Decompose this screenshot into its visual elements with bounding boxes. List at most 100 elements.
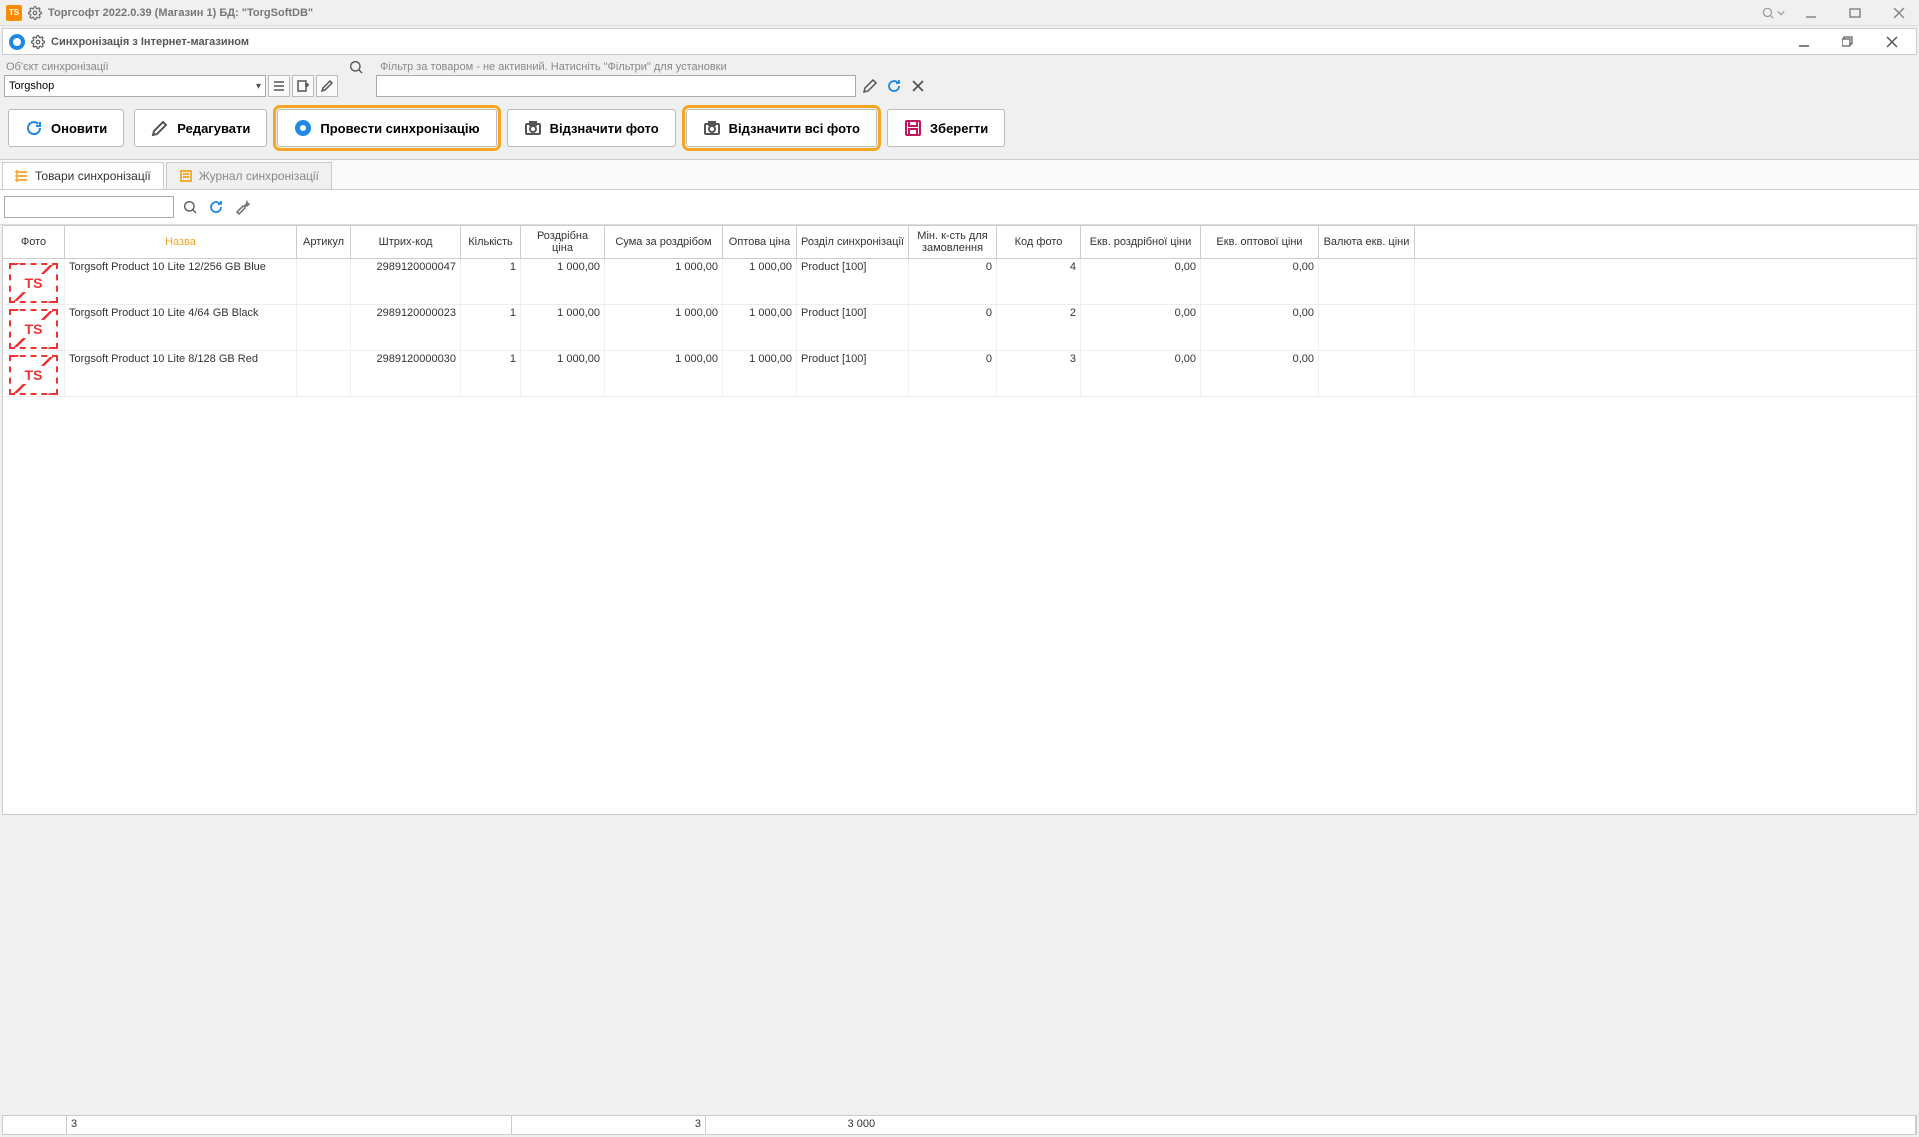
sync-button[interactable]: Провести синхронізацію bbox=[277, 109, 496, 147]
col-section[interactable]: Розділ синхронізації bbox=[797, 226, 909, 258]
journal-icon bbox=[179, 169, 193, 183]
col-qty[interactable]: Кількість bbox=[461, 226, 521, 258]
outer-minimize-button[interactable] bbox=[1797, 2, 1825, 24]
mark-all-photo-button[interactable]: Відзначити всі фото bbox=[686, 109, 877, 147]
gear-icon[interactable] bbox=[28, 6, 42, 20]
search-icon[interactable] bbox=[180, 197, 200, 217]
refresh-button[interactable]: Оновити bbox=[8, 109, 124, 147]
cell-section: Product [100] bbox=[797, 259, 909, 304]
filter-input[interactable] bbox=[376, 75, 856, 97]
gear-icon[interactable] bbox=[31, 35, 45, 49]
filter-hint: Фільтр за товаром - не активний. Натисні… bbox=[376, 59, 928, 75]
object-add-button[interactable] bbox=[292, 75, 314, 97]
cell-art bbox=[297, 259, 351, 304]
inner-minimize-button[interactable] bbox=[1790, 31, 1818, 53]
product-thumb: TS bbox=[9, 263, 58, 303]
product-thumb: TS bbox=[9, 355, 58, 395]
cell-minqty: 0 bbox=[909, 305, 997, 350]
cell-curr bbox=[1319, 305, 1415, 350]
cell-art bbox=[297, 351, 351, 396]
table-row[interactable]: TS Torgsoft Product 10 Lite 8/128 GB Red… bbox=[3, 351, 1916, 397]
col-whole[interactable]: Оптова ціна bbox=[723, 226, 797, 258]
search-icon[interactable] bbox=[346, 57, 366, 77]
cell-photo: TS bbox=[3, 351, 65, 396]
col-curr[interactable]: Валюта екв. ціни bbox=[1319, 226, 1415, 258]
col-eqret[interactable]: Екв. роздрібної ціни bbox=[1081, 226, 1201, 258]
refresh-icon[interactable] bbox=[206, 197, 226, 217]
inner-window-title: Синхронізація з Інтернет-магазином bbox=[51, 36, 249, 48]
filter-edit-icon[interactable] bbox=[860, 76, 880, 96]
table-body: TS Torgsoft Product 10 Lite 12/256 GB Bl… bbox=[3, 259, 1916, 397]
table-search-input[interactable] bbox=[4, 196, 174, 218]
table-row[interactable]: TS Torgsoft Product 10 Lite 4/64 GB Blac… bbox=[3, 305, 1916, 351]
cell-section: Product [100] bbox=[797, 351, 909, 396]
filter-refresh-icon[interactable] bbox=[884, 76, 904, 96]
save-icon bbox=[904, 119, 922, 137]
outer-close-button[interactable] bbox=[1885, 2, 1913, 24]
inner-titlebar: Синхронізація з Інтернет-магазином bbox=[2, 28, 1917, 55]
cell-retail: 1 000,00 bbox=[521, 305, 605, 350]
inner-close-button[interactable] bbox=[1878, 31, 1906, 53]
status-sum: 3 000 bbox=[848, 1118, 876, 1130]
cell-art bbox=[297, 305, 351, 350]
save-button[interactable]: Зберегти bbox=[887, 109, 1005, 147]
filter-clear-icon[interactable] bbox=[908, 76, 928, 96]
col-art[interactable]: Артикул bbox=[297, 226, 351, 258]
col-barcode[interactable]: Штрих-код bbox=[351, 226, 461, 258]
cell-eqret: 0,00 bbox=[1081, 305, 1201, 350]
cell-name: Torgsoft Product 10 Lite 8/128 GB Red bbox=[65, 351, 297, 396]
sync-label: Провести синхронізацію bbox=[320, 121, 479, 136]
col-retail[interactable]: Роздрібна ціна bbox=[521, 226, 605, 258]
col-photono[interactable]: Код фото bbox=[997, 226, 1081, 258]
cell-eqret: 0,00 bbox=[1081, 259, 1201, 304]
sync-icon bbox=[9, 34, 25, 50]
cell-retail: 1 000,00 bbox=[521, 351, 605, 396]
edit-button[interactable]: Редагувати bbox=[134, 109, 267, 147]
cell-photono: 2 bbox=[997, 305, 1081, 350]
cell-minqty: 0 bbox=[909, 259, 997, 304]
products-table: Фото Назва Артикул Штрих-код Кількість Р… bbox=[2, 225, 1917, 815]
outer-titlebar: TS Торгсофт 2022.0.39 (Магазин 1) БД: "T… bbox=[0, 0, 1919, 26]
object-list-button[interactable] bbox=[268, 75, 290, 97]
table-head: Фото Назва Артикул Штрих-код Кількість Р… bbox=[3, 226, 1916, 259]
cell-photo: TS bbox=[3, 305, 65, 350]
camera-icon bbox=[703, 119, 721, 137]
save-label: Зберегти bbox=[930, 121, 988, 136]
outer-maximize-button[interactable] bbox=[1841, 2, 1869, 24]
cell-eqwh: 0,00 bbox=[1201, 305, 1319, 350]
edit-label: Редагувати bbox=[177, 121, 250, 136]
table-row[interactable]: TS Torgsoft Product 10 Lite 12/256 GB Bl… bbox=[3, 259, 1916, 305]
cell-minqty: 0 bbox=[909, 351, 997, 396]
cell-section: Product [100] bbox=[797, 305, 909, 350]
cell-whole: 1 000,00 bbox=[723, 259, 797, 304]
wrench-icon[interactable] bbox=[232, 197, 252, 217]
col-name[interactable]: Назва bbox=[65, 226, 297, 258]
outer-window-title: Торгсофт 2022.0.39 (Магазин 1) БД: "Torg… bbox=[48, 7, 313, 19]
cell-name: Torgsoft Product 10 Lite 4/64 GB Black bbox=[65, 305, 297, 350]
cell-sum: 1 000,00 bbox=[605, 351, 723, 396]
inner-restore-button[interactable] bbox=[1834, 31, 1862, 53]
col-eqwh[interactable]: Екв. оптової ціни bbox=[1201, 226, 1319, 258]
mark-photo-button[interactable]: Відзначити фото bbox=[507, 109, 676, 147]
col-photo[interactable]: Фото bbox=[3, 226, 65, 258]
object-sync-select[interactable]: Torgshop ▾ bbox=[4, 75, 266, 97]
table-search-row bbox=[0, 190, 1919, 225]
refresh-icon bbox=[25, 119, 43, 137]
cell-sum: 1 000,00 bbox=[605, 305, 723, 350]
tab-journal[interactable]: Журнал синхронізації bbox=[166, 162, 332, 189]
object-filter-row: Об'єкт синхронізації Torgshop ▾ Фільтр з… bbox=[0, 57, 1919, 99]
cell-photono: 3 bbox=[997, 351, 1081, 396]
app-logo: TS bbox=[6, 5, 22, 21]
tab-products-label: Товари синхронізації bbox=[35, 169, 151, 183]
cell-curr bbox=[1319, 351, 1415, 396]
cell-eqwh: 0,00 bbox=[1201, 259, 1319, 304]
col-minqty[interactable]: Мін. к-сть для замовлення bbox=[909, 226, 997, 258]
object-edit-button[interactable] bbox=[316, 75, 338, 97]
cell-barcode: 2989120000030 bbox=[351, 351, 461, 396]
tab-products[interactable]: Товари синхронізації bbox=[2, 162, 164, 189]
col-sum[interactable]: Сума за роздрібом bbox=[605, 226, 723, 258]
cell-photo: TS bbox=[3, 259, 65, 304]
titlebar-search-dropdown[interactable] bbox=[1761, 6, 1785, 20]
mark-all-photo-label: Відзначити всі фото bbox=[729, 121, 860, 136]
cell-barcode: 2989120000023 bbox=[351, 305, 461, 350]
